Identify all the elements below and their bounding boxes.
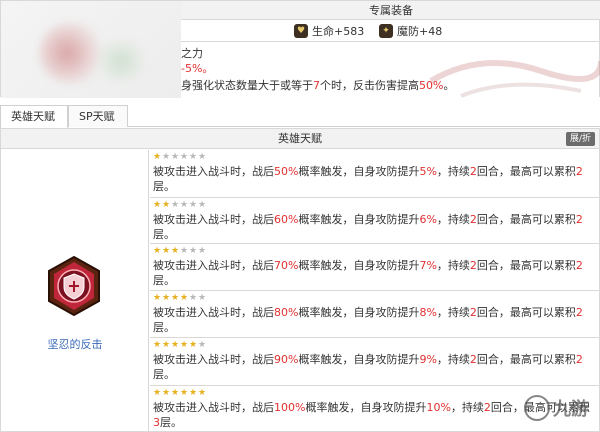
talent-row-3: ★ ★ ★ ★ ★ ★ 被攻击进入战斗时，战后70%概率触发，自身攻防提升7%，持续2回合… xyxy=(150,244,599,291)
star-icon: ★ xyxy=(189,200,198,210)
star-icon: ★ xyxy=(153,293,162,303)
talent-table-title: 英雄天赋 xyxy=(278,132,322,145)
star-icon: ★ xyxy=(171,293,180,303)
star-icon: ★ xyxy=(180,388,189,398)
star-icon: ★ xyxy=(198,293,207,303)
talent-description: 被攻击进入战斗时，战后80%概率触发，自身攻防提升8%，持续2回合，最高可以累积… xyxy=(153,306,583,334)
watermark-logo: 九游 xyxy=(524,390,594,426)
hero-talent-name[interactable]: 坚忍的反击 xyxy=(1,336,149,352)
star-icon: ★ xyxy=(171,200,180,210)
star-icon: ★ xyxy=(189,340,198,350)
exclusive-equipment-panel: 专属装备 ♥ 生命+583 ✦ 魔防+48 之力 -5%。 身强化状态数量大于或… xyxy=(0,0,600,98)
equipment-stats: ♥ 生命+583 ✦ 魔防+48 xyxy=(181,20,600,42)
magic-defense-icon: ✦ xyxy=(379,24,393,38)
star-icon: ★ xyxy=(162,152,171,162)
hp-stat: ♥ 生命+583 xyxy=(294,23,364,39)
star-icon: ★ xyxy=(189,388,198,398)
expand-collapse-button[interactable]: 展/折 xyxy=(565,132,595,146)
star-icon: ★ xyxy=(171,388,180,398)
star-icon: ★ xyxy=(189,246,198,256)
star-icon: ★ xyxy=(180,293,189,303)
star-icon: ★ xyxy=(198,152,207,162)
star-icon: ★ xyxy=(162,340,171,350)
talent-row-5: ★ ★ ★ ★ ★ ★ 被攻击进入战斗时，战后90%概率触发，自身攻防提升9%，持续2回合… xyxy=(150,338,599,386)
equipment-image xyxy=(1,1,181,98)
star-icon: ★ xyxy=(153,152,162,162)
star-icon: ★ xyxy=(171,246,180,256)
star-icon: ★ xyxy=(189,293,198,303)
shield-icon xyxy=(48,255,100,317)
star-icon: ★ xyxy=(180,200,189,210)
talent-row-4: ★ ★ ★ ★ ★ ★ 被攻击进入战斗时，战后80%概率触发，自身攻防提升8%，持续2回合… xyxy=(150,291,599,338)
star-rating: ★ ★ ★ ★ ★ ★ xyxy=(153,201,599,211)
star-icon: ★ xyxy=(180,152,189,162)
star-icon: ★ xyxy=(171,340,180,350)
magic-defense-stat: ✦ 魔防+48 xyxy=(379,23,442,39)
watermark-text: 九游 xyxy=(553,399,589,420)
hero-talent-icon-column: 坚忍的反击 xyxy=(1,150,149,432)
heart-icon: ♥ xyxy=(294,24,308,38)
star-icon: ★ xyxy=(153,200,162,210)
star-icon: ★ xyxy=(171,152,180,162)
star-rating: ★ ★ ★ ★ ★ ★ xyxy=(153,341,599,351)
star-icon: ★ xyxy=(162,200,171,210)
talent-description: 被攻击进入战斗时，战后50%概率触发，自身攻防提升5%，持续2回合，最高可以累积… xyxy=(153,165,583,193)
talent-tabs: 英雄天赋 SP天赋 xyxy=(0,105,600,128)
talent-description: 被攻击进入战斗时，战后90%概率触发，自身攻防提升9%，持续2回合，最高可以累积… xyxy=(153,353,583,381)
magic-defense-stat-label: 魔防+48 xyxy=(397,25,443,38)
star-icon: ★ xyxy=(180,340,189,350)
star-icon: ★ xyxy=(162,388,171,398)
star-icon: ★ xyxy=(162,246,171,256)
hp-stat-label: 生命+583 xyxy=(312,25,365,38)
talent-row-2: ★ ★ ★ ★ ★ ★ 被攻击进入战斗时，战后60%概率触发，自身攻防提升6%，持续2回合… xyxy=(150,198,599,244)
star-rating: ★ ★ ★ ★ ★ ★ xyxy=(153,247,599,257)
watermark-icon xyxy=(524,395,550,421)
talent-row-1: ★ ★ ★ ★ ★ ★ 被攻击进入战斗时，战后50%概率触发，自身攻防提升5%，持续2回合… xyxy=(150,150,599,198)
star-icon: ★ xyxy=(180,246,189,256)
equipment-skill-name: 之力 xyxy=(181,47,203,60)
equipment-skill-line1: -5%。 xyxy=(181,62,214,75)
equipment-skill-line2: 身强化状态数量大于或等于7个时，反击伤害提高50%。 xyxy=(181,79,455,92)
tab-sp-talent[interactable]: SP天赋 xyxy=(68,105,128,127)
star-icon: ★ xyxy=(162,293,171,303)
star-icon: ★ xyxy=(153,388,162,398)
star-rating: ★ ★ ★ ★ ★ ★ xyxy=(153,294,599,304)
tab-hero-talent[interactable]: 英雄天赋 xyxy=(0,105,68,128)
star-icon: ★ xyxy=(153,340,162,350)
star-icon: ★ xyxy=(198,388,207,398)
star-icon: ★ xyxy=(198,200,207,210)
star-icon: ★ xyxy=(189,152,198,162)
equipment-header: 专属装备 xyxy=(181,1,600,20)
star-icon: ★ xyxy=(198,246,207,256)
talent-description: 被攻击进入战斗时，战后70%概率触发，自身攻防提升7%，持续2回合，最高可以累积… xyxy=(153,259,583,287)
star-rating: ★ ★ ★ ★ ★ ★ xyxy=(153,153,599,163)
star-icon: ★ xyxy=(198,340,207,350)
talent-description: 被攻击进入战斗时，战后60%概率触发，自身攻防提升6%，持续2回合，最高可以累积… xyxy=(153,213,583,241)
talent-table-header: 英雄天赋 展/折 xyxy=(1,129,599,149)
star-icon: ★ xyxy=(153,246,162,256)
hero-talent-table: 英雄天赋 展/折 坚忍的反击 ★ ★ ★ ★ ★ ★ 被攻击进入战斗时，战后50%概率触发… xyxy=(0,128,600,432)
